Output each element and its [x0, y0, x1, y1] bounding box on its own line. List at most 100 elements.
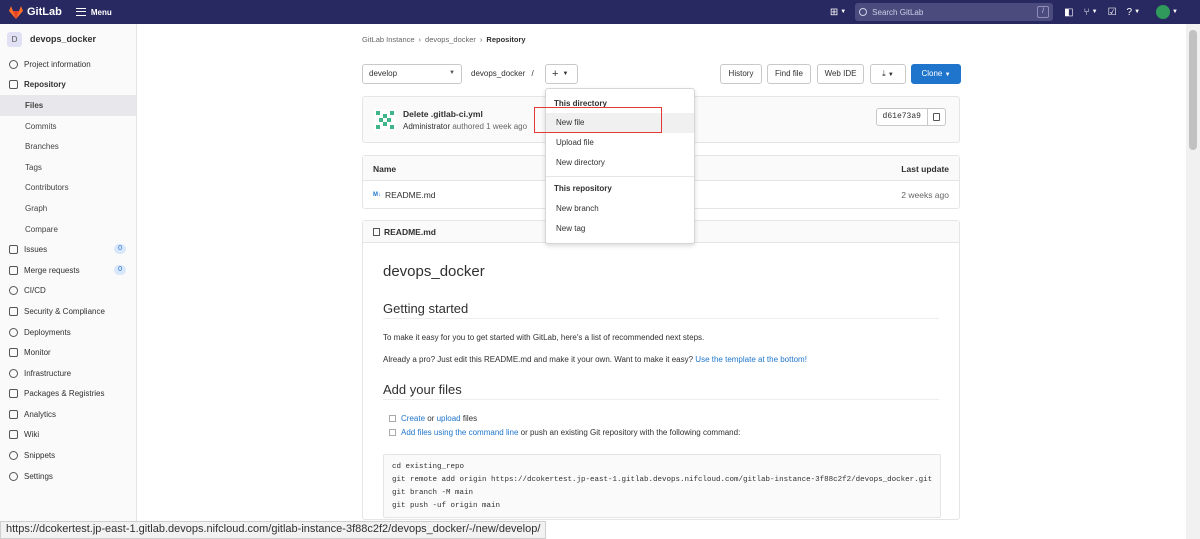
sidebar-item-repository[interactable]: Repository	[0, 75, 136, 96]
menu-item-new-directory[interactable]: New directory	[546, 153, 694, 173]
sidebar-item-contributors[interactable]: Contributors	[0, 178, 136, 199]
last-update-cell: 2 weeks ago	[901, 190, 949, 200]
sidebar-item-label: Wiki	[24, 430, 40, 440]
path-separator: /	[531, 69, 534, 78]
sidebar-item-security[interactable]: Security & Compliance	[0, 301, 136, 322]
issues-button[interactable]: ◧	[1064, 7, 1073, 18]
sidebar-item-analytics[interactable]: Analytics	[0, 404, 136, 425]
sidebar-item-deployments[interactable]: Deployments	[0, 322, 136, 343]
upload-link[interactable]: upload	[437, 414, 461, 423]
task-checkbox[interactable]	[389, 415, 396, 422]
sidebar-item-tags[interactable]: Tags	[0, 157, 136, 178]
menu-item-upload-file[interactable]: Upload file	[546, 133, 694, 153]
clone-button[interactable]: Clone ▼	[911, 64, 961, 84]
snippet-icon	[9, 451, 18, 461]
page-scrollbar[interactable]	[1186, 24, 1200, 539]
commit-author[interactable]: Administrator	[403, 122, 450, 131]
sidebar-item-label: Files	[25, 100, 44, 110]
branch-selector[interactable]: develop ▼	[362, 64, 462, 84]
commit-title[interactable]: Delete .gitlab-ci.yml	[403, 109, 483, 119]
breadcrumb: GitLab Instance › devops_docker › Reposito…	[362, 35, 530, 44]
brand-name: GitLab	[27, 6, 62, 18]
dropdown-divider	[546, 176, 694, 177]
commit-author-avatar[interactable]	[374, 109, 396, 131]
path-root[interactable]: devops_docker	[471, 69, 525, 78]
sidebar-item-project-information[interactable]: Project information	[0, 54, 136, 75]
template-link[interactable]: Use the template at the bottom!	[695, 355, 807, 364]
readme-panel: README.md devops_docker Getting started …	[362, 220, 960, 520]
sidebar-item-label: Tags	[25, 162, 42, 172]
book-icon	[9, 80, 18, 90]
merge-requests-button[interactable]: ⑂ ▼	[1084, 7, 1098, 18]
sidebar-item-compare[interactable]: Compare	[0, 219, 136, 240]
sidebar-item-branches[interactable]: Branches	[0, 136, 136, 157]
sidebar-project-header[interactable]: D devops_docker	[0, 24, 136, 54]
shield-icon	[9, 306, 18, 316]
scrollbar-thumb[interactable]	[1189, 30, 1197, 150]
sidebar-item-packages[interactable]: Packages & Registries	[0, 384, 136, 405]
commit-time: authored 1 week ago	[452, 122, 528, 131]
search-box[interactable]: /	[855, 3, 1054, 21]
plus-icon: +	[552, 68, 559, 80]
plus-square-icon: ⊞	[829, 6, 839, 18]
menu-button[interactable]: Menu	[75, 8, 112, 17]
sidebar-item-settings[interactable]: Settings	[0, 466, 136, 487]
download-button[interactable]: ⤓ ▼	[870, 64, 906, 84]
gitlab-logo[interactable]: GitLab	[9, 5, 62, 19]
sidebar-item-label: Deployments	[24, 327, 71, 337]
sidebar-item-snippets[interactable]: Snippets	[0, 445, 136, 466]
readme-paragraph: Already a pro? Just edit this README.md …	[383, 355, 807, 364]
breadcrumb-item[interactable]: devops_docker	[425, 35, 476, 44]
web-ide-button[interactable]: Web IDE	[817, 64, 864, 84]
branch-name: develop	[369, 69, 398, 78]
sidebar-item-commits[interactable]: Commits	[0, 116, 136, 137]
create-new-button[interactable]: ⊞ ▼	[830, 7, 846, 18]
sidebar-item-issues[interactable]: Issues 0	[0, 239, 136, 260]
menu-item-new-tag[interactable]: New tag	[546, 219, 694, 239]
copy-sha-button[interactable]	[928, 109, 945, 125]
create-link[interactable]: Create	[401, 414, 425, 423]
command-line-link[interactable]: Add files using the command line	[401, 428, 518, 437]
add-to-tree-button[interactable]: + ▼	[545, 64, 578, 84]
repo-toolbar: develop ▼ devops_docker / + ▼ History Fin…	[362, 64, 961, 84]
search-input[interactable]	[872, 7, 1033, 17]
commit-sha[interactable]: d61e73a9	[877, 109, 928, 125]
readme-filename[interactable]: README.md	[384, 227, 436, 237]
sidebar-item-label: Settings	[24, 471, 53, 481]
task-checkbox[interactable]	[389, 429, 396, 436]
search-shortcut-hint: /	[1037, 6, 1050, 18]
find-file-button[interactable]: Find file	[767, 64, 811, 84]
history-button[interactable]: History	[720, 64, 762, 84]
download-icon: ⤓	[882, 69, 886, 78]
markdown-file-icon: M↓	[373, 192, 381, 198]
breadcrumb-current[interactable]: Repository	[486, 35, 525, 44]
sidebar-item-wiki[interactable]: Wiki	[0, 425, 136, 446]
menu-item-new-branch[interactable]: New branch	[546, 199, 694, 219]
sidebar-item-label: Analytics	[24, 409, 57, 419]
sidebar-item-ci-cd[interactable]: CI/CD	[0, 281, 136, 302]
sidebar-item-files[interactable]: Files	[0, 95, 136, 116]
sidebar-item-monitor[interactable]: Monitor	[0, 342, 136, 363]
todos-button[interactable]: ☑	[1108, 7, 1117, 18]
file-name[interactable]: README.md	[385, 190, 436, 200]
help-button[interactable]: ? ▼	[1127, 7, 1141, 18]
task-list-item: Create or upload files	[389, 414, 477, 423]
sidebar-item-label: Commits	[25, 121, 57, 131]
sidebar-item-merge-requests[interactable]: Merge requests 0	[0, 260, 136, 281]
search-icon	[859, 8, 868, 16]
project-avatar: D	[7, 31, 22, 47]
sidebar-item-label: CI/CD	[24, 286, 46, 296]
breadcrumb-item[interactable]: GitLab Instance	[362, 35, 415, 44]
deployments-icon	[9, 327, 18, 337]
task-list-item: Add files using the command line or push…	[389, 428, 740, 437]
chevron-down-icon: ▼	[1134, 9, 1141, 15]
avatar	[1156, 5, 1171, 19]
readme-paragraph: To make it easy for you to get started w…	[383, 333, 705, 342]
file-name-cell[interactable]: M↓ README.md	[373, 190, 436, 200]
issues-icon	[9, 245, 18, 255]
user-menu[interactable]: ▼	[1150, 5, 1178, 19]
code-block[interactable]: cd existing_repo git remote add origin h…	[383, 454, 941, 518]
sidebar-item-infrastructure[interactable]: Infrastructure	[0, 363, 136, 384]
sidebar-item-graph[interactable]: Graph	[0, 198, 136, 219]
top-navbar: GitLab Menu ⊞▼ / ◧ ⑂▼ ☑ ?▼ ▼	[0, 0, 1200, 24]
